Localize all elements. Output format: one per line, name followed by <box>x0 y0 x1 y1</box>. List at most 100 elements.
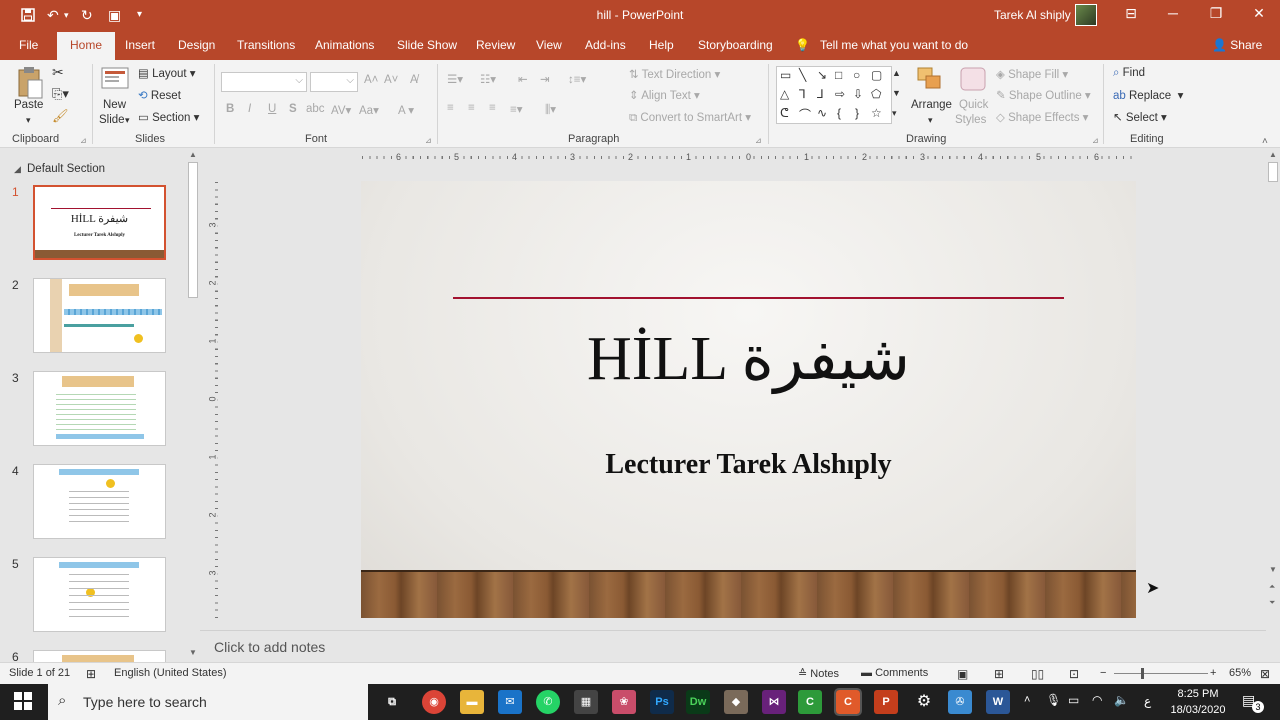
slide-thumbnail-5[interactable] <box>33 557 166 632</box>
clear-formatting-icon[interactable]: A̸ <box>410 74 418 86</box>
ribbon-display-options-icon[interactable]: ⊟ <box>1116 5 1146 22</box>
thumbnails-scrollbar[interactable]: ▲ ▼ <box>186 148 200 662</box>
scroll-up-icon[interactable]: ▲ <box>1269 150 1277 159</box>
change-case-icon[interactable]: Aa▾ <box>359 103 379 117</box>
clipboard-launcher-icon[interactable]: ⊿ <box>80 136 87 145</box>
right-arrow-shape-icon[interactable]: ⇨ <box>835 87 845 101</box>
chrome-icon[interactable]: ◉ <box>422 690 446 714</box>
tab-animations[interactable]: Animations <box>315 38 374 52</box>
justify-icon[interactable]: ≡▾ <box>510 102 522 116</box>
character-spacing-icon[interactable]: AV▾ <box>331 103 351 117</box>
new-slide-dropdown-icon[interactable]: ▾ <box>125 115 130 126</box>
normal-view-icon[interactable]: ▣ <box>957 667 968 681</box>
notes-toggle-button[interactable]: ≙ Notes <box>798 667 839 680</box>
zoom-in-icon[interactable]: + <box>1210 667 1216 679</box>
strikethrough-icon[interactable]: abc <box>306 103 325 115</box>
italic-icon[interactable]: I <box>248 103 251 115</box>
columns-icon[interactable]: ⫼▾ <box>545 102 556 117</box>
bullets-icon[interactable]: ☰▾ <box>447 72 463 86</box>
font-color-icon[interactable]: A ▾ <box>398 103 414 117</box>
elbow-connector-icon[interactable]: ⅂ <box>799 87 806 101</box>
drawing-launcher-icon[interactable]: ⊿ <box>1092 136 1099 145</box>
star-shape-icon[interactable]: ☆ <box>871 106 882 120</box>
paint-3d-icon[interactable]: ❀ <box>612 690 636 714</box>
paragraph-launcher-icon[interactable]: ⊿ <box>755 136 762 145</box>
fit-slide-icon[interactable]: ⊠ <box>1260 667 1270 681</box>
app-icon[interactable]: ◆ <box>724 690 748 714</box>
whatsapp-icon[interactable]: ✆ <box>536 690 560 714</box>
slide-subtitle[interactable]: Lecturer Tarek Alshıply <box>361 449 1136 481</box>
horizontal-ruler[interactable]: 6 5 4 3 2 1 0 1 2 3 4 5 6 <box>362 150 1136 164</box>
settings-gear-icon[interactable]: ⚙ <box>912 690 936 714</box>
oval-shape-icon[interactable]: ○ <box>853 68 860 82</box>
freeform-shape-icon[interactable]: ᕦ <box>780 106 789 120</box>
calculator-icon[interactable]: ▦ <box>574 690 598 714</box>
increase-font-icon[interactable]: A˄ <box>364 74 378 86</box>
shapes-gallery[interactable]: ▭ ╲ ↘ □ ○ ▢ △ ⅂ ⅃ ⇨ ⇩ ⬠ ᕦ ⌒ ∿ { } ☆ <box>776 66 892 124</box>
arrange-button[interactable] <box>916 66 946 97</box>
battery-icon[interactable]: ▭ <box>1068 693 1079 707</box>
right-brace-icon[interactable]: } <box>855 106 859 120</box>
tab-view[interactable]: View <box>536 38 562 52</box>
taskbar-search-box[interactable]: ⌕ Type here to search <box>48 684 368 720</box>
increase-indent-icon[interactable]: ⇥ <box>540 72 550 86</box>
align-left-icon[interactable]: ≡ <box>447 102 454 114</box>
tab-file[interactable]: File <box>19 38 38 52</box>
slide-thumbnail-4[interactable] <box>33 464 166 539</box>
thumbnails-scroll-thumb[interactable] <box>188 162 198 298</box>
slide-thumbnail-3[interactable] <box>33 371 166 446</box>
tab-home[interactable]: Home <box>57 32 116 60</box>
scroll-down-icon[interactable]: ▼ <box>1269 565 1277 574</box>
slide-canvas[interactable]: HİLL شيفرة Lecturer Tarek Alshıply <box>361 181 1136 618</box>
spellcheck-icon[interactable]: ⊞ <box>86 667 96 681</box>
paste-dropdown-icon[interactable]: ▾ <box>26 115 31 126</box>
find-button[interactable]: ⌕ Find <box>1113 67 1145 80</box>
arrange-dropdown-icon[interactable]: ▾ <box>928 115 933 126</box>
font-size-combo[interactable]: ⌵ <box>310 72 358 92</box>
mail-icon[interactable]: ✉ <box>498 690 522 714</box>
left-brace-icon[interactable]: { <box>837 106 841 120</box>
user-name[interactable]: Tarek Al shiply <box>994 8 1071 22</box>
collapse-ribbon-icon[interactable]: ˄ <box>1262 136 1268 147</box>
shape-outline-button[interactable]: ✎ Shape Outline ▾ <box>996 88 1091 102</box>
camtasia-recorder-icon[interactable]: C <box>834 688 862 716</box>
align-right-icon[interactable]: ≡ <box>489 102 496 114</box>
slide-show-view-icon[interactable]: ⊡ <box>1069 667 1079 681</box>
show-hidden-icons-icon[interactable]: ˄ <box>1024 694 1030 706</box>
avatar[interactable] <box>1075 4 1097 26</box>
close-icon[interactable]: ✕ <box>1244 5 1274 22</box>
input-language[interactable]: ع <box>1144 694 1151 708</box>
select-button[interactable]: ↖ Select ▾ <box>1113 110 1167 124</box>
arrow-shape-icon[interactable]: ↘ <box>817 68 827 82</box>
rounded-rect-shape-icon[interactable]: ▢ <box>871 68 882 82</box>
numbering-icon[interactable]: ☷▾ <box>480 72 496 86</box>
down-arrow-shape-icon[interactable]: ⇩ <box>853 87 863 101</box>
slide-title[interactable]: HİLL شيفرة <box>361 321 1136 395</box>
flowchart-shape-icon[interactable]: ⬠ <box>871 87 881 101</box>
tab-transitions[interactable]: Transitions <box>237 38 295 52</box>
file-explorer-icon[interactable]: ▬ <box>460 690 484 714</box>
scroll-up-icon[interactable]: ▲ <box>189 150 197 159</box>
previous-slide-icon[interactable]: ⏶ <box>1269 582 1275 592</box>
shadow-icon[interactable]: S <box>289 103 297 115</box>
section-collapse-icon[interactable]: ◢ <box>14 164 21 175</box>
tab-review[interactable]: Review <box>476 38 515 52</box>
paste-button[interactable] <box>16 66 44 103</box>
zoom-slider[interactable] <box>1114 673 1208 674</box>
underline-icon[interactable]: U <box>268 103 276 115</box>
shape-effects-button[interactable]: ◇ Shape Effects ▾ <box>996 110 1088 124</box>
gallery-up-icon[interactable]: ▲ <box>892 68 901 78</box>
notes-placeholder[interactable]: Click to add notes <box>214 639 325 655</box>
tab-insert[interactable]: Insert <box>125 38 155 52</box>
layout-button[interactable]: ▤ Layout ▾ <box>138 66 196 80</box>
text-direction-button[interactable]: ⇅ Text Direction ▾ <box>629 67 720 81</box>
restore-icon[interactable]: ❐ <box>1201 5 1231 22</box>
arc-shape-icon[interactable]: ⌒ <box>799 106 811 123</box>
comments-toggle-button[interactable]: ▬ Comments <box>861 667 928 679</box>
align-text-button[interactable]: ⇕ Align Text ▾ <box>629 88 700 102</box>
share-button[interactable]: 👤 Share <box>1212 38 1262 52</box>
cut-icon[interactable]: ✂ <box>52 64 64 81</box>
tab-storyboarding[interactable]: Storyboarding <box>698 38 773 52</box>
convert-smartart-button[interactable]: ⧉ Convert to SmartArt ▾ <box>629 110 751 125</box>
quick-styles-button[interactable] <box>959 66 989 97</box>
